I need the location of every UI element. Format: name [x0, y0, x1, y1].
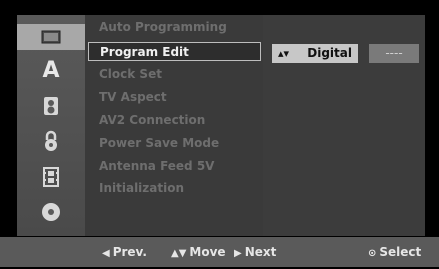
option-panel: ▴▾ Digital ---- — [263, 15, 425, 236]
category-language-button[interactable]: A — [17, 57, 85, 83]
program-source-value: Digital — [307, 46, 352, 60]
category-audio-button[interactable] — [17, 93, 85, 119]
menu-item-av2-connection[interactable]: AV2 Connection — [85, 111, 263, 130]
up-down-arrow-icon: ▴▾ — [278, 47, 290, 60]
menu-item-antenna-feed-5v[interactable]: Antenna Feed 5V — [85, 157, 263, 176]
setup-menu-screen: A Auto Programming Program Edit Clock Se… — [0, 0, 439, 267]
menu-item-clock-set[interactable]: Clock Set — [85, 65, 263, 84]
speaker-audio-icon — [44, 97, 58, 115]
menu-item-power-save-mode[interactable]: Power Save Mode — [85, 134, 263, 153]
left-arrow-icon: ◀ — [102, 248, 110, 259]
disc-icon — [42, 203, 60, 221]
menu-item-tv-aspect[interactable]: TV Aspect — [85, 88, 263, 107]
category-recording-button[interactable] — [17, 164, 85, 190]
program-source-selector[interactable]: ▴▾ Digital — [272, 44, 358, 63]
film-reel-icon — [41, 30, 61, 44]
next-label: Next — [244, 245, 277, 259]
category-lock-button[interactable] — [17, 128, 85, 154]
navigation-hint-bar: ◀ Prev. ▲▼ Move ▶ Next ⊙ Select — [0, 237, 439, 267]
film-strip-icon — [43, 167, 59, 187]
menu-item-program-edit[interactable]: Program Edit — [88, 42, 261, 61]
category-disc-button[interactable] — [17, 199, 85, 225]
move-label: Move — [189, 245, 226, 259]
move-hint: ▲▼ Move — [171, 237, 226, 267]
lock-icon — [45, 130, 57, 151]
language-a-icon: A — [42, 57, 60, 83]
right-arrow-icon: ▶ — [234, 248, 242, 259]
category-general-button[interactable] — [17, 24, 85, 50]
menu-item-auto-programming[interactable]: Auto Programming — [85, 18, 263, 37]
up-down-arrow-icon: ▲▼ — [171, 248, 187, 259]
select-label: Select — [379, 245, 422, 259]
enter-button-icon: ⊙ — [368, 248, 377, 259]
select-hint: ⊙ Select — [368, 237, 421, 267]
program-edit-button[interactable]: ---- — [369, 44, 419, 63]
prev-hint: ◀ Prev. — [102, 237, 147, 267]
settings-menu: Auto Programming Program Edit Clock Set … — [85, 15, 263, 236]
next-hint: ▶ Next — [234, 237, 276, 267]
menu-item-initialization[interactable]: Initialization — [85, 179, 263, 198]
prev-label: Prev. — [112, 245, 147, 259]
category-icon-bar: A — [17, 15, 85, 236]
